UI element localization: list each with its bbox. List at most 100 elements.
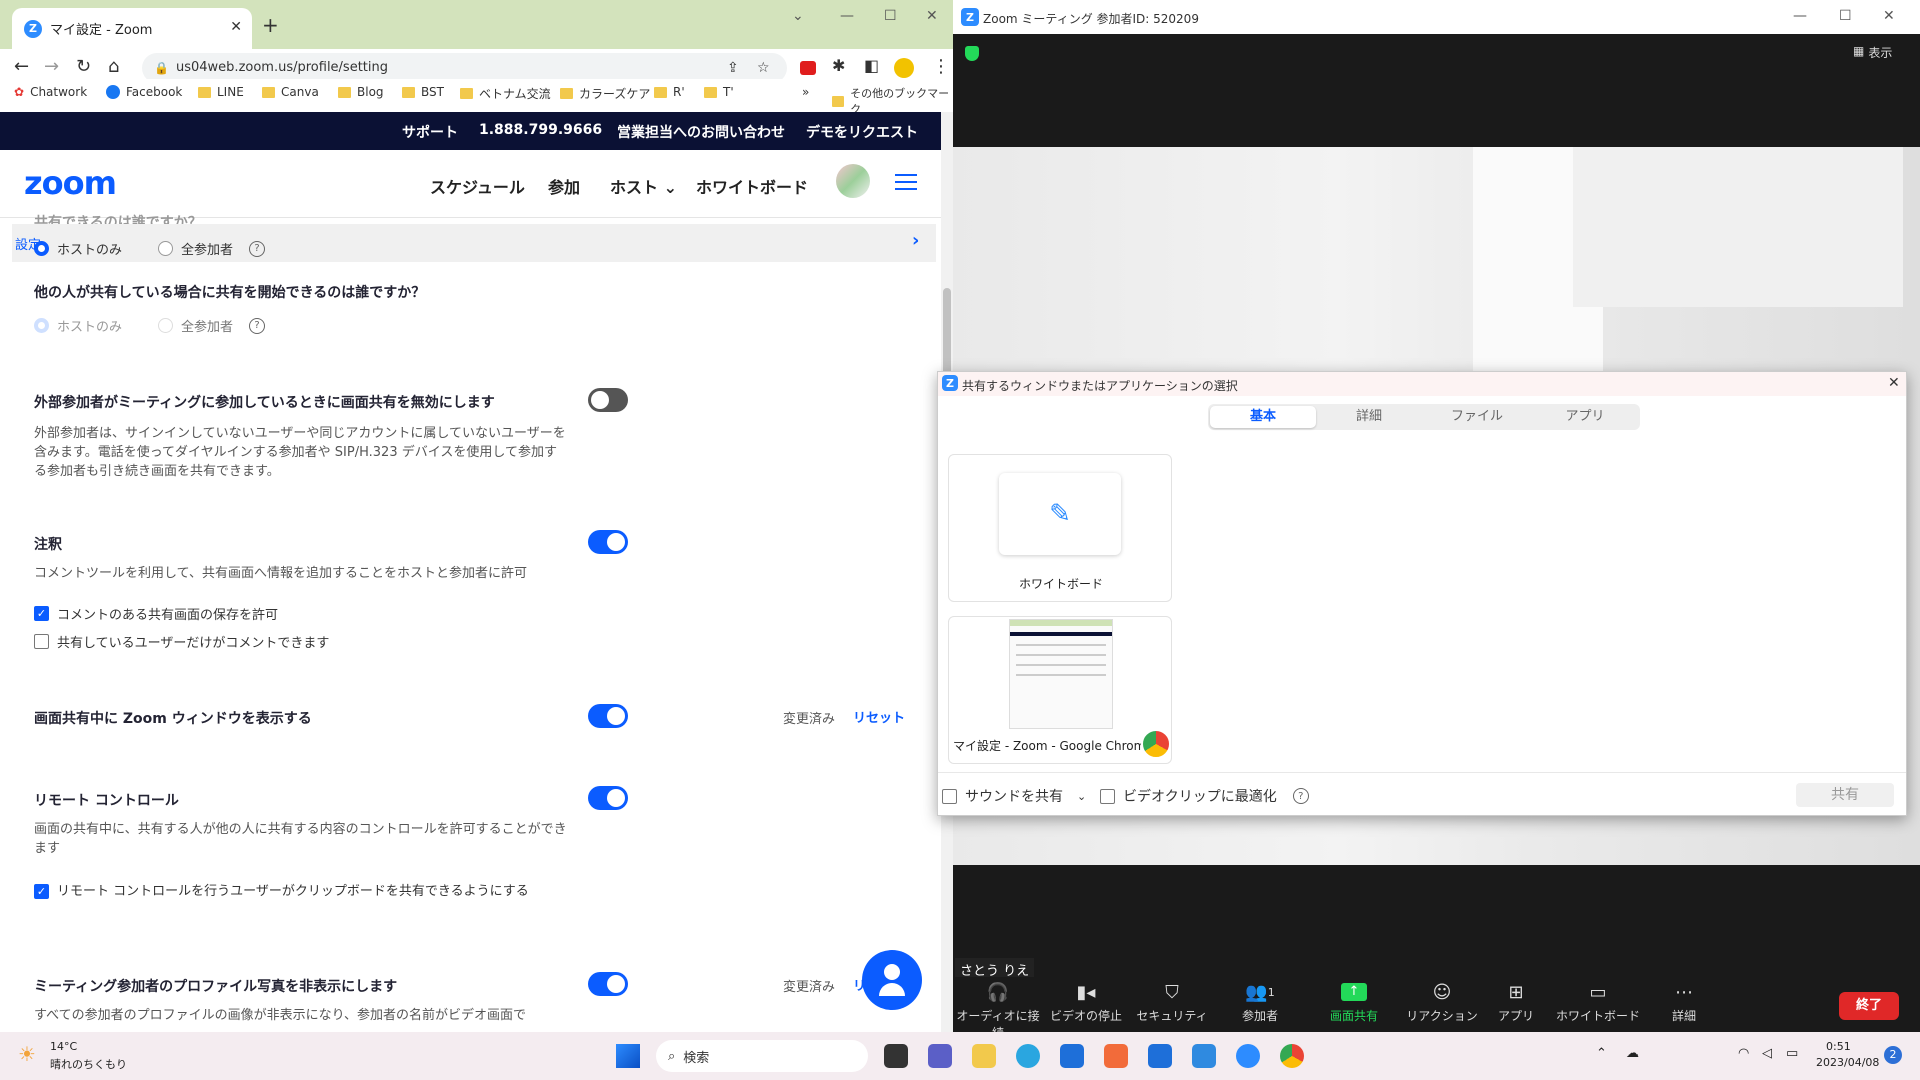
- bookmarks-overflow[interactable]: »: [802, 85, 809, 99]
- checkbox-save-annotations[interactable]: ✓ コメントのある共有画面の保存を許可: [34, 604, 278, 623]
- hamburger-menu-icon[interactable]: [895, 174, 917, 190]
- weather-text[interactable]: 晴れのちくもり: [50, 1056, 127, 1072]
- nav-whiteboard[interactable]: ホワイトボード: [696, 174, 808, 198]
- sidepanel-icon[interactable]: ◧: [864, 56, 879, 75]
- share-item-chrome[interactable]: マイ設定 - Zoom - Google Chrome: [948, 616, 1172, 764]
- explorer-icon[interactable]: [972, 1044, 996, 1068]
- maximize-icon[interactable]: ☐: [884, 8, 897, 24]
- tab-basic[interactable]: 基本: [1210, 406, 1316, 428]
- menu-dots-icon[interactable]: ⋮: [932, 56, 950, 77]
- end-meeting-button[interactable]: 終了: [1839, 992, 1899, 1020]
- tab-advanced[interactable]: 詳細: [1316, 406, 1422, 428]
- q2-radio-host-only[interactable]: ホストのみ: [34, 316, 122, 335]
- external-toggle[interactable]: [588, 388, 628, 412]
- tab-search-icon[interactable]: ⌄: [792, 8, 804, 24]
- checkbox-share-sound[interactable]: サウンドを共有 ⌄: [942, 786, 1086, 806]
- home-icon[interactable]: ⌂: [108, 56, 119, 77]
- nav-join[interactable]: 参加: [548, 174, 580, 198]
- edge-icon[interactable]: [1016, 1044, 1040, 1068]
- more-button[interactable]: ⋯ 詳細: [1639, 977, 1729, 1024]
- bookmark-t[interactable]: T': [704, 85, 734, 99]
- bookmark-colorscare[interactable]: カラーズケア: [560, 85, 650, 102]
- volume-icon[interactable]: ◁: [1762, 1046, 1772, 1061]
- remote-toggle[interactable]: [588, 786, 628, 810]
- youtube-ext-icon[interactable]: [800, 61, 816, 75]
- teams-icon[interactable]: [928, 1044, 952, 1068]
- radio-host-only[interactable]: ホストのみ: [34, 239, 122, 258]
- shield-icon[interactable]: [965, 46, 979, 61]
- browser-tab[interactable]: Z マイ設定 - Zoom ✕: [12, 8, 252, 49]
- maximize-icon[interactable]: ☐: [1839, 8, 1852, 24]
- help-icon[interactable]: ?: [249, 317, 266, 334]
- bookmark-canva[interactable]: Canva: [262, 85, 319, 99]
- help-icon[interactable]: ?: [1292, 788, 1309, 804]
- video-button[interactable]: ▮◂ ビデオの停止: [1041, 977, 1131, 1024]
- phone-link[interactable]: 1.888.799.9666: [479, 122, 602, 138]
- nav-host[interactable]: ホスト ⌄: [610, 174, 677, 198]
- hide-photo-toggle[interactable]: [588, 972, 628, 996]
- weather-icon[interactable]: ☀: [18, 1042, 36, 1066]
- whiteboard-button[interactable]: ▭ ホワイトボード: [1553, 977, 1643, 1024]
- settings-tab-bar[interactable]: 設定 ›: [12, 224, 936, 262]
- participants-button[interactable]: 👥 1 参加者: [1215, 977, 1305, 1024]
- taskbar-search[interactable]: ⌕ 検索: [656, 1040, 868, 1072]
- close-window-icon[interactable]: ✕: [926, 8, 938, 24]
- chevron-right-icon[interactable]: ›: [912, 230, 919, 251]
- clock-time[interactable]: 0:51: [1826, 1040, 1851, 1053]
- new-tab-icon[interactable]: +: [262, 13, 279, 37]
- checkbox-remote-clipboard[interactable]: ✓ リモート コントロールを行うユーザーがクリップボードを共有できるようにする: [34, 882, 564, 902]
- share-item-whiteboard[interactable]: ✎ ホワイトボード: [948, 454, 1172, 602]
- bookmark-r[interactable]: R': [654, 85, 685, 99]
- chrome-taskbar-icon[interactable]: [1280, 1044, 1304, 1068]
- chevron-down-icon[interactable]: ⌄: [1077, 790, 1086, 803]
- back-icon[interactable]: ←: [14, 56, 29, 77]
- reset-link[interactable]: リセット: [853, 707, 905, 726]
- help-icon[interactable]: ?: [249, 240, 266, 257]
- minimize-icon[interactable]: —: [840, 8, 854, 24]
- minimize-icon[interactable]: —: [1793, 8, 1807, 24]
- radio-all-participants[interactable]: 全参加者?: [158, 239, 266, 258]
- bookmark-line[interactable]: LINE: [198, 85, 244, 99]
- profile-icon[interactable]: [894, 58, 914, 78]
- tab-apps[interactable]: アプリ: [1532, 406, 1638, 428]
- photos-icon[interactable]: [1192, 1044, 1216, 1068]
- annotation-toggle[interactable]: [588, 530, 628, 554]
- reload-icon[interactable]: ↻: [76, 56, 91, 77]
- support-chat-button[interactable]: [862, 950, 922, 1010]
- app-icon[interactable]: [1104, 1044, 1128, 1068]
- sales-contact-link[interactable]: 営業担当へのお問い合わせ: [617, 122, 785, 142]
- notification-badge[interactable]: 2: [1884, 1046, 1902, 1064]
- support-link[interactable]: サポート: [402, 122, 458, 142]
- store-icon[interactable]: [1060, 1044, 1084, 1068]
- zoom-logo[interactable]: zoom: [24, 164, 117, 202]
- q2-radio-all-participants[interactable]: 全参加者?: [158, 316, 266, 335]
- bookmark-chatwork[interactable]: ✿ Chatwork: [14, 85, 87, 99]
- tab-close-icon[interactable]: ✕: [230, 19, 242, 35]
- close-icon[interactable]: ✕: [1888, 375, 1900, 391]
- bookmark-vietnam[interactable]: ベトナム交流: [460, 85, 551, 102]
- security-button[interactable]: ⛉ セキュリティ: [1127, 977, 1217, 1024]
- share-button[interactable]: 共有: [1796, 783, 1894, 807]
- mail-icon[interactable]: [1148, 1044, 1172, 1068]
- start-icon[interactable]: [616, 1044, 640, 1068]
- show-window-toggle[interactable]: [588, 704, 628, 728]
- request-demo-link[interactable]: デモをリクエスト: [806, 122, 918, 142]
- tray-overflow-icon[interactable]: ⌃: [1596, 1046, 1607, 1061]
- temperature[interactable]: 14°C: [50, 1040, 77, 1053]
- apps-button[interactable]: ⊞ アプリ: [1471, 977, 1561, 1024]
- wifi-icon[interactable]: ◠: [1738, 1046, 1749, 1061]
- battery-icon[interactable]: ▭: [1786, 1046, 1798, 1061]
- nav-schedule[interactable]: スケジュール: [430, 174, 525, 198]
- view-button[interactable]: ▦ 表示: [1853, 44, 1892, 61]
- bookmark-bst[interactable]: BST: [402, 85, 444, 99]
- tab-files[interactable]: ファイル: [1424, 406, 1530, 428]
- task-view-icon[interactable]: [884, 1044, 908, 1068]
- extensions-icon[interactable]: ✱: [832, 56, 845, 75]
- onedrive-icon[interactable]: ☁: [1626, 1046, 1639, 1061]
- bookmark-blog[interactable]: Blog: [338, 85, 384, 99]
- zoom-taskbar-icon[interactable]: [1236, 1044, 1260, 1068]
- checkbox-sharer-only-annotate[interactable]: 共有しているユーザーだけがコメントできます: [34, 632, 329, 651]
- clock-date[interactable]: 2023/04/08: [1816, 1056, 1879, 1069]
- checkbox-optimize-video[interactable]: ビデオクリップに最適化?: [1100, 786, 1309, 806]
- close-window-icon[interactable]: ✕: [1883, 8, 1895, 24]
